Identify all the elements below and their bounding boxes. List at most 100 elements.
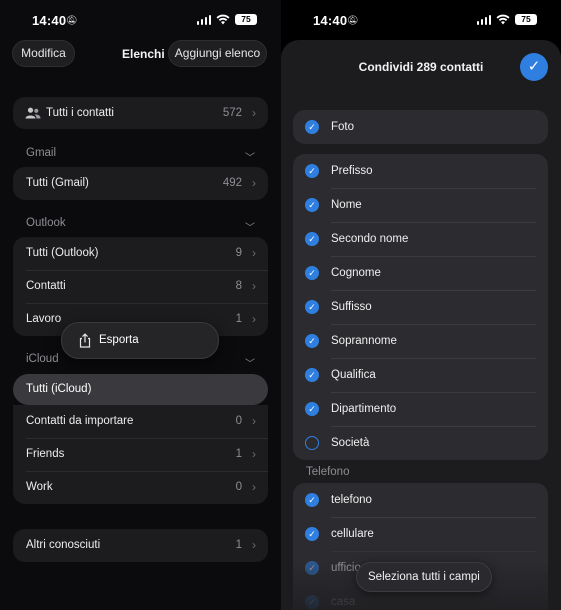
chevron-right-icon: › <box>252 414 256 428</box>
chevron-down-icon[interactable]: ﹀ <box>245 355 255 370</box>
list-item-count: 0 <box>235 481 242 493</box>
edit-button[interactable]: Modifica <box>12 40 75 67</box>
section-header-outlook: Outlook <box>26 217 66 229</box>
checkmark-icon[interactable]: ✓ <box>305 334 319 348</box>
context-menu: Esporta <box>61 322 219 359</box>
checkmark-icon[interactable]: ✓ <box>305 266 319 280</box>
list-item[interactable]: Friends 1 › <box>13 438 268 471</box>
list-item[interactable]: Altri conosciuti 1 › <box>13 529 268 562</box>
checkmark-icon[interactable]: ✓ <box>305 164 319 178</box>
wifi-icon <box>216 14 230 25</box>
field-label: Qualifica <box>331 369 376 381</box>
field-toggle[interactable]: Società <box>293 426 548 460</box>
checkmark-icon[interactable]: ✓ <box>305 561 319 575</box>
field-label: Cognome <box>331 267 381 279</box>
checkmark-icon[interactable]: ✓ <box>305 368 319 382</box>
field-label: cellulare <box>331 528 374 540</box>
photo-card: ✓ Foto <box>293 110 548 144</box>
list-item[interactable]: Work 0 › <box>13 471 268 504</box>
field-toggle[interactable]: ✓ Qualifica <box>293 358 548 392</box>
cellular-signal-icon <box>476 14 491 25</box>
sheet-title: Condividi 289 contatti <box>358 60 484 74</box>
list-item-label: Contatti <box>26 280 66 292</box>
chevron-right-icon: › <box>252 246 256 260</box>
field-label: Foto <box>331 121 355 133</box>
field-toggle[interactable]: ✓ Dipartimento <box>293 392 548 426</box>
others-list: Altri conosciuti 1 › <box>13 529 268 562</box>
cellular-signal-icon <box>196 14 211 25</box>
checkmark-icon[interactable]: ✓ <box>305 198 319 212</box>
field-label: Nome <box>331 199 362 211</box>
list-item[interactable]: Contatti da importare 0 › <box>13 405 268 438</box>
field-toggle[interactable]: ✓ Prefisso <box>293 154 548 188</box>
list-item-label: Altri conosciuti <box>26 539 101 551</box>
lists-screen: 14:40 🔕︎ 75 Modifica Elenchi Aggiungi el… <box>0 0 281 610</box>
status-time: 14:40 <box>32 13 67 28</box>
select-all-fields-button[interactable]: Seleziona tutti i campi <box>356 562 492 592</box>
field-label: Società <box>331 437 370 449</box>
list-item-count: 492 <box>222 177 242 189</box>
checkmark-icon[interactable]: ✓ <box>305 232 319 246</box>
gmail-list: Tutti (Gmail) 492 › <box>13 167 268 200</box>
export-menu-item[interactable]: Esporta <box>99 334 139 346</box>
field-label: Suffisso <box>331 301 372 313</box>
field-toggle[interactable]: ✓ Suffisso <box>293 290 548 324</box>
add-list-button[interactable]: Aggiungi elenco <box>168 40 267 67</box>
chevron-right-icon: › <box>252 538 256 552</box>
silent-bell-icon: 🔕︎ <box>66 15 78 25</box>
field-toggle[interactable]: ✓ Soprannome <box>293 324 548 358</box>
list-item-label: Lavoro <box>26 313 62 325</box>
field-toggle[interactable]: ✓ Foto <box>293 110 548 144</box>
field-toggle[interactable]: ✓ Cognome <box>293 256 548 290</box>
all-contacts-row[interactable]: Tutti i contatti 572 › <box>13 97 268 129</box>
checkmark-icon: ✓ <box>527 58 541 75</box>
checkmark-icon[interactable]: ✓ <box>305 595 319 609</box>
chevron-down-icon[interactable]: ﹀ <box>245 219 255 234</box>
field-toggle[interactable]: ✓ telefono <box>293 483 548 517</box>
field-toggle[interactable]: ✓ Secondo nome <box>293 222 548 256</box>
list-item-count: 1 <box>235 448 242 460</box>
silent-bell-icon: 🔕︎ <box>347 15 359 25</box>
section-header-gmail: Gmail <box>26 147 57 159</box>
list-item-count: 8 <box>235 280 242 292</box>
share-icon <box>79 333 91 348</box>
chevron-right-icon: › <box>252 447 256 461</box>
checkmark-icon[interactable]: ✓ <box>305 402 319 416</box>
section-header-phone: Telefono <box>306 466 350 478</box>
list-item-label: Tutti (iCloud) <box>26 383 92 395</box>
list-item-count: 572 <box>222 107 242 119</box>
checkmark-icon[interactable]: ✓ <box>305 300 319 314</box>
list-item-count: 9 <box>235 247 242 259</box>
chevron-right-icon: › <box>252 106 256 120</box>
battery-icon: 75 <box>515 14 537 25</box>
field-label: Dipartimento <box>331 403 397 415</box>
field-toggle[interactable]: ✓ Nome <box>293 188 548 222</box>
list-item[interactable]: Tutti (Gmail) 492 › <box>13 167 268 200</box>
page-title: Elenchi <box>122 47 165 61</box>
list-item-label: Friends <box>26 448 65 460</box>
unchecked-circle-icon[interactable] <box>305 436 319 450</box>
list-item-selected[interactable]: Tutti (iCloud) <box>13 374 268 405</box>
status-icons: 75 <box>196 14 257 25</box>
share-screen: 14:40 🔕︎ 75 Condividi 289 contatti ✓ ✓ F… <box>281 0 561 610</box>
checkmark-icon[interactable]: ✓ <box>305 527 319 541</box>
people-icon <box>25 107 41 119</box>
checkmark-icon[interactable]: ✓ <box>305 493 319 507</box>
field-label: casa <box>331 596 356 608</box>
chevron-down-icon[interactable]: ﹀ <box>245 149 255 164</box>
confirm-button[interactable]: ✓ <box>520 53 548 81</box>
section-header-icloud: iCloud <box>26 353 59 365</box>
chevron-right-icon: › <box>252 312 256 326</box>
field-label: Secondo nome <box>331 233 409 245</box>
icloud-list: Contatti da importare 0 › Friends 1 › Wo… <box>13 405 268 504</box>
list-item[interactable]: Contatti 8 › <box>13 270 268 303</box>
share-sheet: Condividi 289 contatti ✓ ✓ Foto ✓ Prefiss… <box>281 40 561 610</box>
list-item[interactable]: Tutti (Outlook) 9 › <box>13 237 268 270</box>
checkmark-icon[interactable]: ✓ <box>305 120 319 134</box>
list-item[interactable]: Tutti i contatti 572 › <box>13 97 268 129</box>
list-item-count: 0 <box>235 415 242 427</box>
status-bar: 14:40 🔕︎ 75 <box>281 10 561 32</box>
status-bar: 14:40 🔕︎ 75 <box>0 10 281 32</box>
wifi-icon <box>496 14 510 25</box>
field-toggle[interactable]: ✓ cellulare <box>293 517 548 551</box>
